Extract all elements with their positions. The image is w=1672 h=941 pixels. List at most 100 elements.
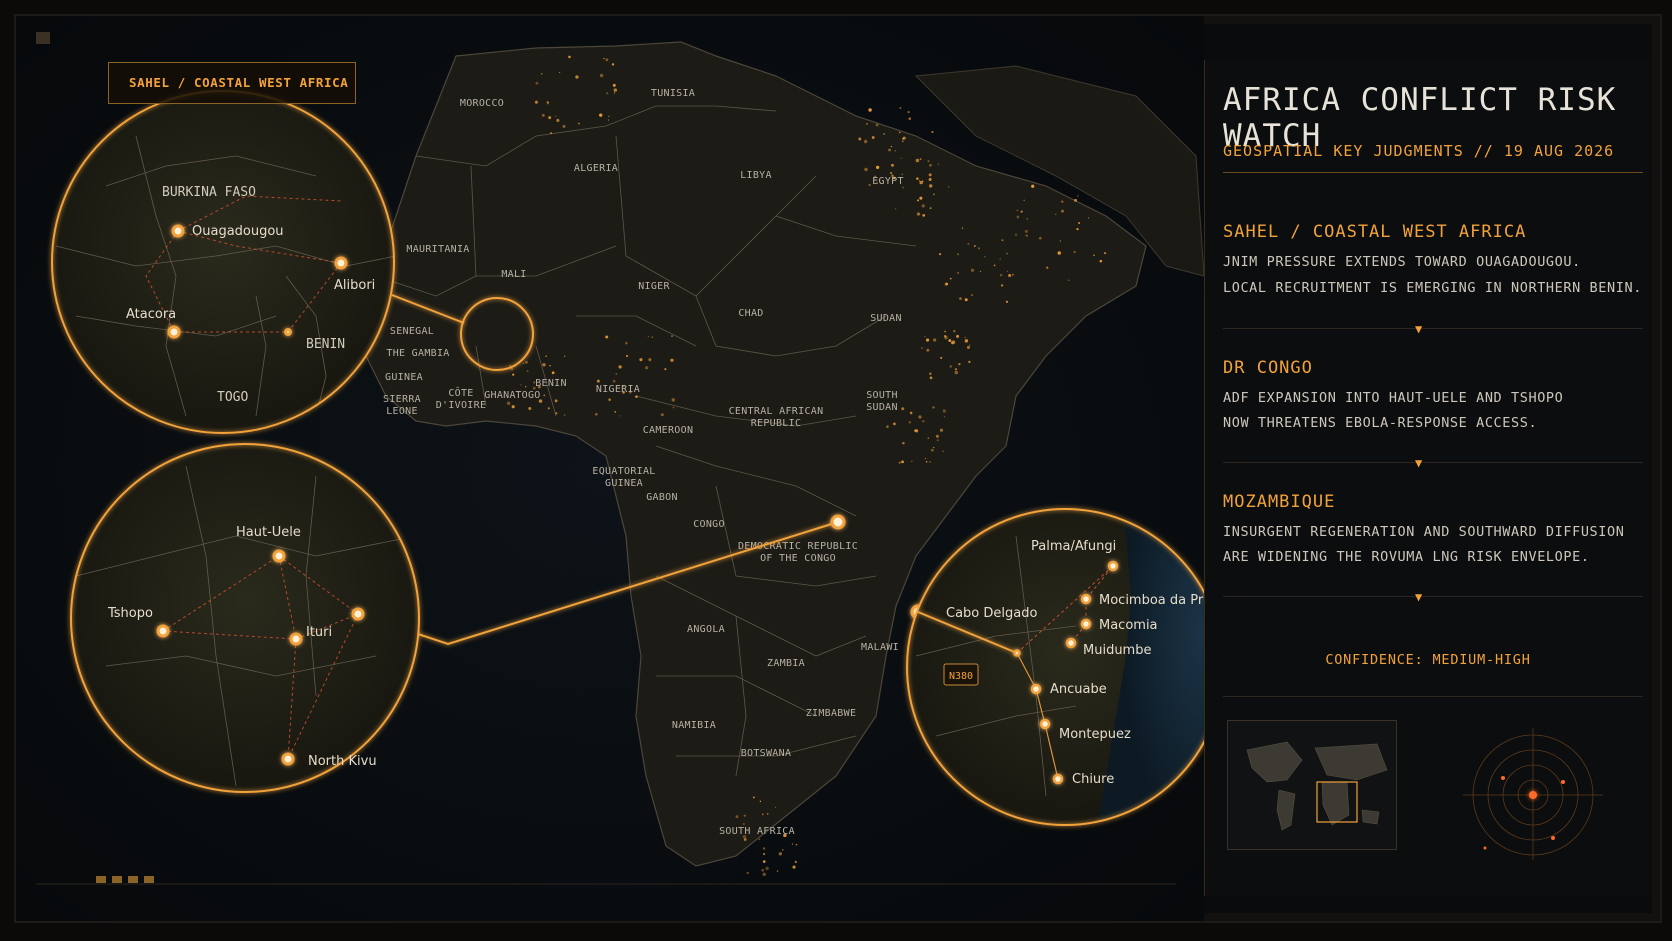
city-light [909,411,913,415]
country-label-gabon: GABON [646,492,678,503]
city-light [1026,218,1028,220]
city-light [889,171,893,175]
pin-chiure[interactable] [1052,773,1064,785]
city-light [1074,198,1077,202]
city-light [562,124,566,128]
africa-map[interactable]: MOROCCO TUNISIA ALGERIA LIBYA EGYPT MAURITANI… [16,16,1204,921]
display-frame: MOROCCO TUNISIA ALGERIA LIBYA EGYPT MAURITANI… [14,14,1662,923]
city-light [917,199,920,202]
pin-ituri[interactable] [289,632,303,646]
country-label-chad: CHAD [738,308,763,319]
city-light [858,137,862,141]
city-light [894,150,896,152]
city-light [1020,210,1023,213]
city-light [875,123,879,127]
pin-north-kivu[interactable] [281,752,295,766]
city-light [603,57,605,60]
country-label-namibia: NAMIBIA [672,720,716,731]
city-light [930,448,934,452]
city-light [761,868,765,872]
city-light [908,117,912,120]
world-minimap[interactable] [1227,720,1397,850]
city-light [614,411,617,413]
city-light [1087,217,1090,219]
pin-tshopo[interactable] [156,624,170,638]
radar-scope[interactable] [1433,720,1633,860]
place-muidumbe: Muidumbe [1083,643,1151,658]
pin-montepuez[interactable] [1039,718,1051,730]
city-light [746,871,749,874]
city-light [512,373,515,376]
city-light [902,136,906,140]
city-light [1008,273,1012,278]
city-light [551,371,555,375]
inset-label-benin: BENIN [306,337,345,352]
pin-ancuabe[interactable] [1030,683,1042,695]
city-light [1024,229,1028,233]
inset-drc[interactable]: Haut-Uele Tshopo Ituri North Kivu [70,443,420,796]
callout-tag: SAHEL / COASTAL WEST AFRICA [108,62,356,104]
city-light [1104,252,1107,255]
section-divider-3 [1223,596,1643,597]
city-light [645,366,649,370]
radar-center-dot [1529,791,1537,799]
city-light [901,407,905,411]
city-light [999,273,1003,277]
section-moz-heading: MOZAMBIQUE [1223,492,1336,512]
country-label-guinea: GUINEA [385,372,423,383]
city-light [944,330,946,333]
city-light [943,415,946,418]
city-light [919,180,923,185]
city-light [635,395,638,398]
city-light [919,158,922,161]
pin-palma[interactable] [1107,560,1119,572]
drc-locator-pin[interactable] [830,514,846,530]
place-north-kivu: North Kivu [308,754,377,769]
city-light [526,370,529,372]
city-light [949,365,953,368]
country-label-senegal: SENEGAL [390,326,434,337]
city-light [929,207,932,210]
pin-alibori[interactable] [334,256,348,270]
city-light [939,428,944,432]
city-light [1031,184,1035,188]
inset-sahel[interactable]: BURKINA FASO BENIN TOGO Ouagadougou Alib… [51,90,396,434]
city-light [612,379,616,383]
city-light [599,113,603,117]
city-light [1093,254,1095,257]
place-chiure: Chiure [1072,772,1114,787]
pin-mocimboa[interactable] [1080,593,1092,605]
city-light [761,813,764,816]
country-label-zambia: ZAMBIA [767,658,805,669]
city-light [926,348,930,352]
place-palma: Palma/Afungi [1031,539,1116,554]
triangle-down-icon: ▼ [1415,322,1423,336]
pin-muidumbe[interactable] [1065,637,1077,649]
city-light [594,412,598,416]
city-light [916,212,921,216]
city-light [611,63,615,66]
triangle-down-icon: ▼ [1415,590,1423,604]
city-light [929,163,932,167]
city-light [927,160,930,163]
city-light [894,208,897,210]
city-light [1076,227,1079,231]
country-label-eqguinea: GUINEA [605,478,643,489]
city-light [509,364,511,367]
city-light [549,364,551,367]
country-label-togo: TOGO [515,390,540,401]
city-light [925,460,928,463]
city-light [968,344,971,347]
pin-haut-uele[interactable] [272,549,286,563]
city-light [918,415,922,419]
pin-atacora[interactable] [167,325,181,339]
country-label-angola: ANGOLA [687,624,725,635]
place-montepuez: Montepuez [1059,727,1131,742]
pin-drc-east[interactable] [351,607,365,621]
pin-macomia[interactable] [1080,618,1092,630]
city-light [1001,239,1004,242]
section-moz-line-1: INSURGENT REGENERATION AND SOUTHWARD DIF… [1223,524,1625,540]
place-cabo-delgado: Cabo Delgado [946,606,1037,621]
city-light [964,339,969,343]
pin-ouagadougou[interactable] [171,224,185,238]
